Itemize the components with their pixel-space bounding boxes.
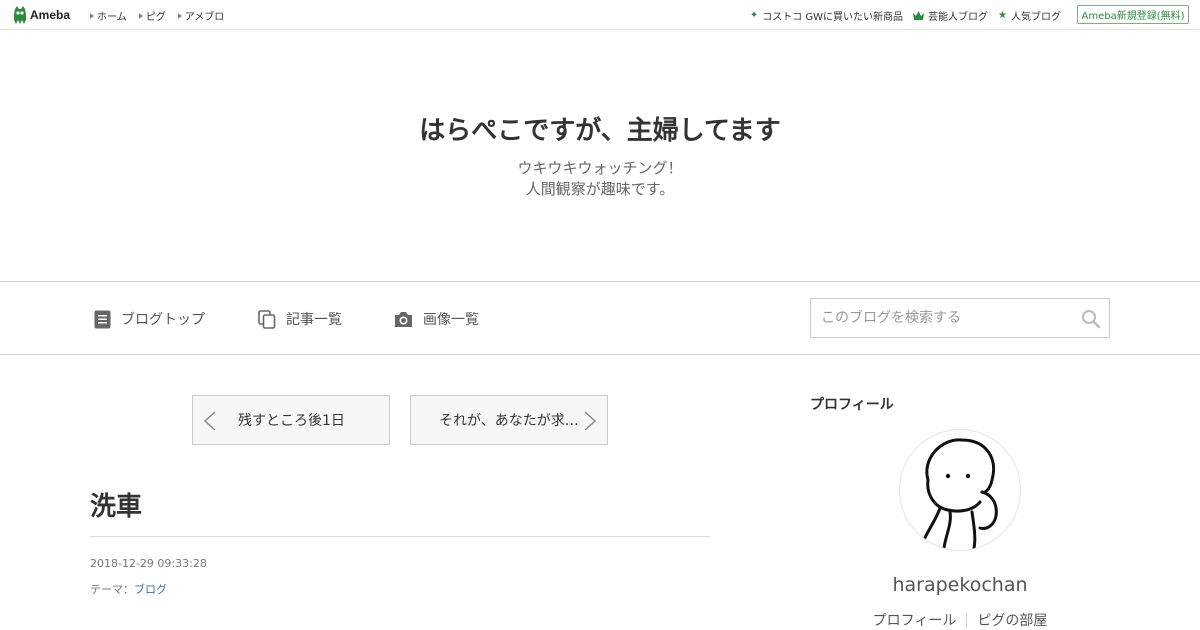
- profile-name[interactable]: harapekochan: [810, 574, 1110, 596]
- blog-description-line: ウキウキウォッチング！: [517, 159, 683, 177]
- profile-links: プロフィール ピグの部屋: [810, 610, 1110, 630]
- entry-theme: テーマ：ブログ: [90, 581, 167, 597]
- next-entry-label: それが、あなたが求…: [439, 413, 579, 429]
- global-header: Ameba ホーム ピグ アメブロ ✦ コストコ GWに買いたい新商品 芸能人ブロ…: [0, 0, 1200, 30]
- prev-entry-button[interactable]: 残すところ後1日: [192, 395, 390, 445]
- blog-description: ウキウキウォッチング！ 人間観察が趣味です。: [0, 158, 1200, 200]
- profile-link[interactable]: プロフィール: [863, 610, 967, 630]
- search-input[interactable]: [811, 299, 1073, 337]
- theme-link[interactable]: ブログ: [134, 583, 167, 596]
- register-button[interactable]: Ameba新規登録(無料): [1077, 5, 1189, 24]
- nav-item-label: 画像一覧: [423, 312, 479, 328]
- entry-date: 2018-12-29 09:33:28: [90, 557, 207, 570]
- entry-title[interactable]: 洗車: [90, 486, 142, 523]
- document-icon: [94, 310, 111, 328]
- logo-text: Ameba: [30, 8, 71, 22]
- blog-description-line: 人間観察が趣味です。: [525, 180, 675, 198]
- triangle-icon: [177, 12, 182, 19]
- prev-entry-label: 残すところ後1日: [238, 413, 345, 429]
- trending-label: 芸能人ブログ: [928, 12, 989, 23]
- nav-item-label: ブログトップ: [121, 312, 205, 328]
- nav-entry-list[interactable]: 記事一覧: [258, 309, 342, 329]
- avatar[interactable]: [899, 429, 1021, 551]
- trending-link-popular[interactable]: ★ 人気ブログ: [998, 8, 1061, 23]
- nav-image-list[interactable]: 画像一覧: [394, 309, 479, 329]
- blog-nav-bar: ブログトップ 記事一覧 画像一覧: [0, 281, 1200, 355]
- trending-link-costco[interactable]: ✦ コストコ GWに買いたい新商品: [750, 8, 903, 23]
- chevron-right-icon: [584, 411, 597, 431]
- nav-pigg-link[interactable]: ピグ: [138, 8, 166, 23]
- sparkle-icon: ✦: [749, 10, 759, 21]
- nav-label: ホーム: [97, 12, 127, 23]
- copy-icon: [258, 309, 276, 329]
- trending-link-celebrity[interactable]: 芸能人ブログ: [913, 8, 988, 23]
- camera-icon: [395, 311, 412, 327]
- trending-label: 人気ブログ: [1011, 12, 1061, 23]
- chevron-left-icon: [203, 411, 216, 431]
- search-icon[interactable]: [1081, 309, 1101, 329]
- ameba-mascot-icon: [14, 6, 26, 24]
- blog-title[interactable]: はらぺこですが、主婦してます: [0, 110, 1200, 147]
- nav-label: ピグ: [145, 12, 166, 23]
- ameba-logo[interactable]: Ameba: [13, 6, 70, 24]
- nav-ameblo-link[interactable]: アメブロ: [177, 8, 225, 23]
- triangle-icon: [90, 12, 94, 19]
- nav-blog-top[interactable]: ブログトップ: [94, 309, 205, 329]
- next-entry-button[interactable]: それが、あなたが求…: [410, 395, 608, 445]
- nav-item-label: 記事一覧: [286, 312, 342, 328]
- trending-links: ✦ コストコ GWに買いたい新商品 芸能人ブログ ★ 人気ブログ: [750, 8, 1061, 23]
- star-icon: ★: [998, 10, 1007, 21]
- global-nav: ホーム ピグ アメブロ: [90, 8, 224, 23]
- trending-label: コストコ GWに買いたい新商品: [762, 12, 904, 23]
- blog-search: [810, 298, 1110, 338]
- divider: [90, 536, 710, 537]
- avatar-drawing: [922, 438, 998, 550]
- crown-icon: [913, 11, 925, 20]
- nav-home-link[interactable]: ホーム: [90, 8, 127, 23]
- theme-label: テーマ：: [90, 583, 134, 596]
- pigg-room-link[interactable]: ピグの部屋: [967, 610, 1057, 630]
- nav-label: アメブロ: [184, 12, 225, 23]
- profile-heading: プロフィール: [810, 397, 894, 413]
- triangle-icon: [138, 12, 143, 19]
